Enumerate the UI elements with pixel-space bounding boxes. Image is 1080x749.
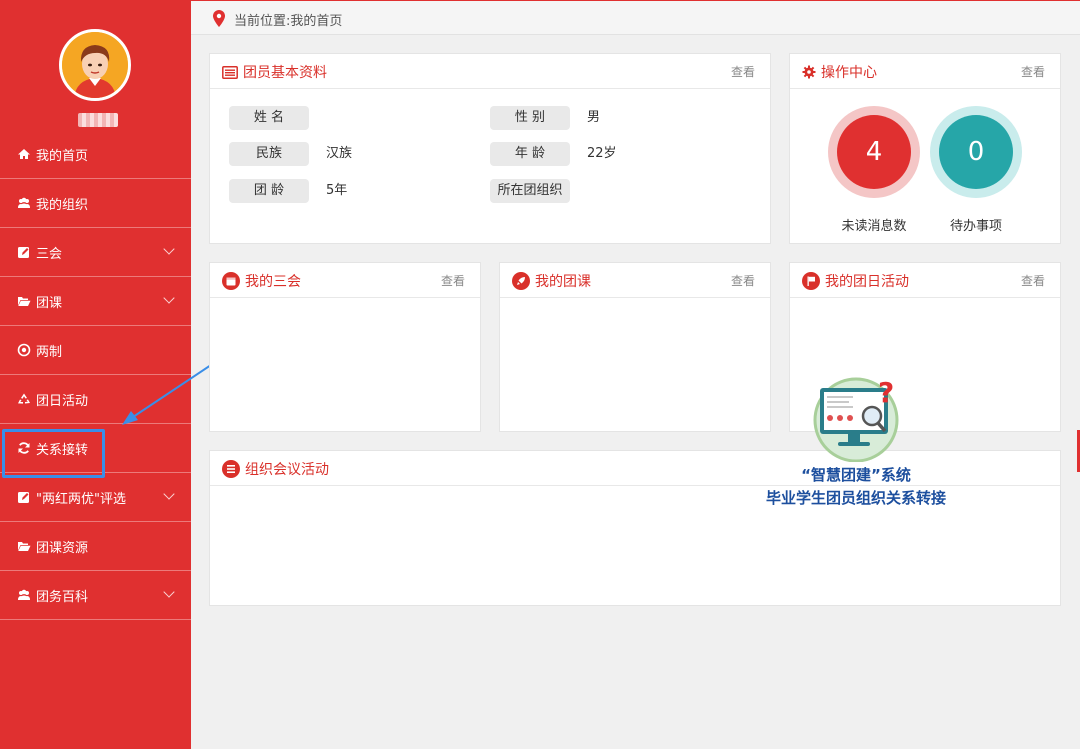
profile-title: 团员基本资料	[243, 65, 327, 81]
meetings-panel: 我的三会 查看	[209, 262, 481, 432]
unread-messages-badge[interactable]: 4	[828, 106, 920, 198]
gender-value: 男	[587, 110, 601, 125]
breadcrumb: 当前位置:我的首页	[234, 14, 343, 29]
meetings-title: 我的三会	[245, 274, 301, 290]
todo-count: 0	[939, 115, 1013, 189]
svg-text:?: ?	[878, 376, 894, 409]
activities-title: 我的团日活动	[825, 274, 909, 290]
age-value: 22岁	[587, 146, 617, 161]
gender-label: 性 别	[490, 106, 570, 130]
sidebar-item-lesson-resources[interactable]: 团课资源	[0, 522, 191, 571]
panel-title: 操作中心	[802, 62, 877, 82]
panel-header: 我的团课 查看	[500, 263, 770, 298]
id-card-icon	[222, 65, 238, 79]
edit-icon	[18, 247, 29, 258]
ops-view-link[interactable]: 查看	[1021, 63, 1045, 80]
ethnicity-label: 民族	[229, 142, 309, 166]
todo-badge[interactable]: 0	[930, 106, 1022, 198]
list-icon	[222, 460, 240, 478]
folder-open-icon	[18, 542, 31, 551]
top-bar: 当前位置:我的首页	[191, 0, 1080, 35]
calendar-icon	[222, 272, 240, 290]
gear-icon	[802, 65, 816, 79]
league-age-label: 团 龄	[229, 179, 309, 203]
sidebar-item-lessons[interactable]: 团课	[0, 277, 191, 326]
age-label: 年 龄	[490, 142, 570, 166]
flag-icon	[802, 272, 820, 290]
users-icon	[18, 197, 30, 208]
rocket-icon	[512, 272, 530, 290]
sidebar-item-label: "两红两优"评选	[36, 491, 126, 507]
league-age-value: 5年	[326, 183, 348, 198]
sidebar-item-three-meetings[interactable]: 三会	[0, 228, 191, 277]
sidebar-item-label: 我的首页	[36, 148, 89, 164]
unread-label: 未读消息数	[841, 219, 907, 234]
panel-title: 我的团日活动	[802, 271, 909, 291]
unread-count: 4	[837, 115, 911, 189]
panel-header: 操作中心 查看	[790, 54, 1060, 89]
overlay-subtitle: 毕业学生团员组织关系转接	[765, 489, 946, 507]
location-pin-icon	[213, 10, 225, 27]
chevron-down-icon	[163, 292, 175, 304]
user-avatar[interactable]	[59, 29, 131, 101]
operations-panel: 操作中心 查看 4 未读消息数 0 待办事项	[789, 53, 1061, 244]
panel-header: 团员基本资料 查看	[210, 54, 770, 89]
chevron-down-icon	[163, 488, 175, 500]
user-name: ████	[78, 113, 118, 127]
chevron-down-icon	[163, 243, 175, 255]
sidebar-item-label: 团日活动	[36, 393, 89, 409]
sidebar-item-label: 三会	[36, 246, 63, 262]
target-icon	[17, 343, 31, 357]
overlay-title: “智慧团建”系统	[801, 466, 911, 484]
panel-title: 组织会议活动	[222, 459, 329, 479]
org-meetings-title: 组织会议活动	[245, 462, 329, 478]
ops-title: 操作中心	[821, 65, 877, 81]
sidebar-item-label: 团课资源	[36, 540, 89, 556]
profile-view-link[interactable]: 查看	[731, 63, 755, 80]
name-label: 姓 名	[229, 106, 309, 130]
panel-title: 我的三会	[222, 271, 301, 291]
sidebar-item-my-org[interactable]: 我的组织	[0, 179, 191, 228]
org-label: 所在团组织	[490, 179, 570, 203]
sidebar-item-label: 团课	[36, 295, 63, 311]
lessons-title: 我的团课	[535, 274, 591, 290]
panel-title: 团员基本资料	[222, 62, 327, 82]
panel-header: 我的团日活动 查看	[790, 263, 1060, 298]
users-icon	[18, 589, 30, 600]
sidebar-item-label: 我的组织	[36, 197, 89, 213]
home-icon	[18, 149, 30, 159]
panel-title: 我的团课	[512, 271, 591, 291]
edit-icon	[18, 492, 29, 503]
meetings-view-link[interactable]: 查看	[441, 272, 465, 289]
lessons-view-link[interactable]: 查看	[731, 272, 755, 289]
profile-panel: 团员基本资料 查看 姓 名 性 别 男 民族 汉族 年 龄 22岁 团 龄 5年…	[209, 53, 771, 244]
recycle-icon	[18, 393, 30, 404]
todo-label: 待办事项	[949, 219, 1002, 234]
sidebar-item-home[interactable]: 我的首页	[0, 130, 191, 179]
chevron-down-icon	[163, 586, 175, 598]
panel-header: 我的三会 查看	[210, 263, 480, 298]
lessons-panel: 我的团课 查看	[499, 262, 771, 432]
folder-open-icon	[18, 297, 31, 306]
activities-view-link[interactable]: 查看	[1021, 272, 1045, 289]
sidebar-item-encyclopedia[interactable]: 团务百科	[0, 571, 191, 620]
highlight-box	[2, 429, 105, 478]
sidebar-item-label: 两制	[36, 344, 63, 360]
smart-league-logo-icon: ?	[813, 376, 899, 462]
sidebar-item-label: 团务百科	[36, 589, 89, 605]
ethnicity-value: 汉族	[326, 146, 353, 161]
sidebar-item-selection[interactable]: "两红两优"评选	[0, 473, 191, 522]
